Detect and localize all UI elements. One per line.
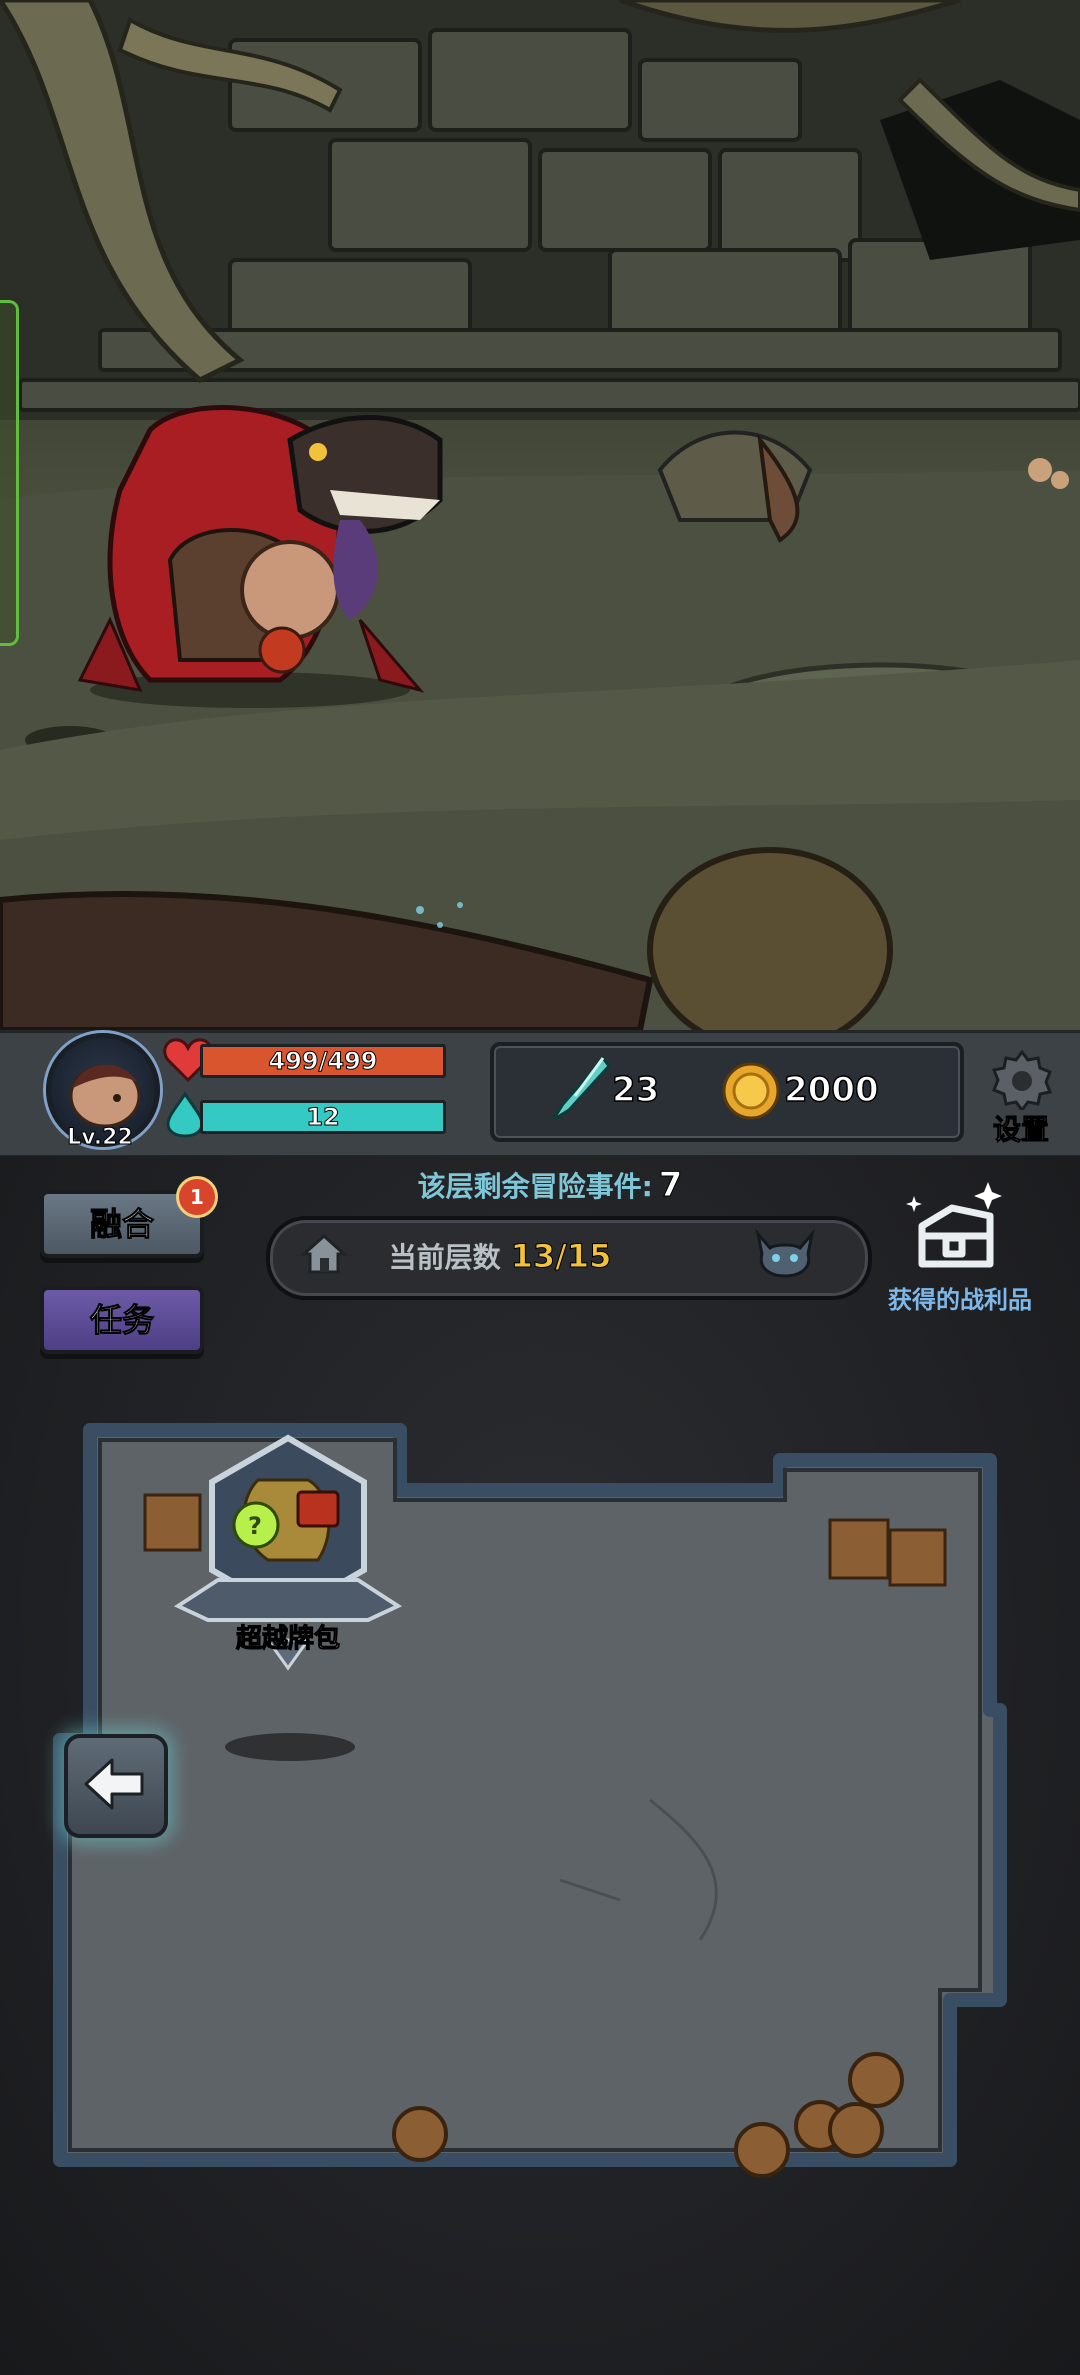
mana-bar: 12 <box>200 1100 446 1134</box>
remaining-events-value: 7 <box>658 1165 683 1206</box>
loot-label: 获得的战利品 <box>888 1286 1032 1314</box>
remaining-events: 该层剩余冒险事件: 7 <box>300 1165 800 1206</box>
current-floor-label: 当前层数 <box>388 1241 501 1274</box>
hp-bar: 499/499 <box>200 1044 446 1078</box>
card-pack-emblem: ? <box>173 1434 403 1671</box>
back-arrow-icon <box>84 1758 144 1810</box>
dungeon-background <box>0 0 1080 1030</box>
current-floor-value: 13/15 <box>510 1237 612 1276</box>
gear-icon <box>992 1050 1052 1110</box>
mana-value: 12 <box>306 1103 340 1132</box>
remaining-events-label: 该层剩余冒险事件: <box>417 1170 653 1203</box>
gold-coin-icon <box>722 1062 780 1120</box>
loot-button[interactable]: 获得的战利品 <box>880 1168 1040 1318</box>
task-button[interactable]: 任务 <box>40 1286 204 1354</box>
current-floor: 当前层数 13/15 <box>300 1236 700 1276</box>
settings-button[interactable]: 设置 <box>976 1046 1066 1156</box>
hp-value: 499/499 <box>268 1047 378 1076</box>
notification-badge: 1 <box>176 1176 218 1218</box>
treasure-chest-icon <box>906 1182 1002 1268</box>
card-pack-label: 超越牌包 <box>235 1624 340 1655</box>
gold-count: 2000 <box>783 1069 879 1111</box>
player-level: Lv.22 <box>67 1125 134 1151</box>
svg-text:?: ? <box>248 1512 262 1540</box>
demon-head-icon <box>755 1228 815 1278</box>
battle-scene <box>0 0 1080 1030</box>
side-panel-tab[interactable] <box>0 300 19 646</box>
back-button[interactable] <box>64 1734 168 1838</box>
crystal-count: 23 <box>611 1069 660 1111</box>
card-pack-node[interactable]: ? 超越牌包 <box>168 1430 408 1730</box>
crystal-icon <box>551 1055 611 1122</box>
settings-label: 设置 <box>992 1113 1049 1147</box>
